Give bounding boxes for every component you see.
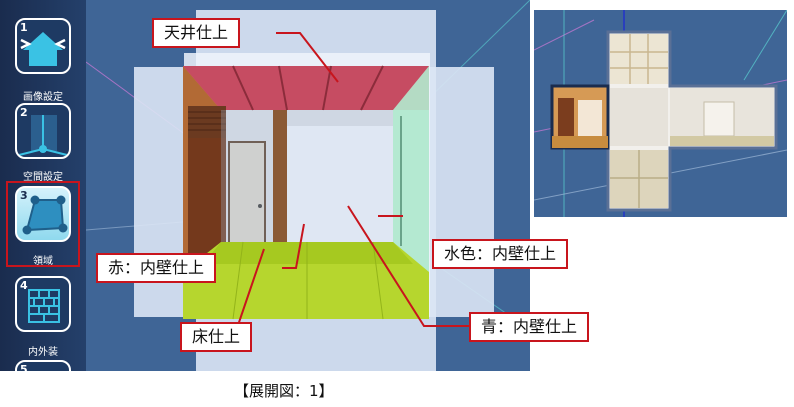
step-2-tile[interactable]: 2 (15, 103, 71, 159)
step-label: 画像設定 (23, 92, 63, 103)
step-number: 5 (20, 363, 28, 371)
brick-wall-icon (28, 289, 60, 323)
step-label: 内外装 (28, 347, 58, 358)
room-3d-viewport[interactable]: 天井仕上 赤：内壁仕上 床仕上 (86, 0, 530, 371)
region-polygon-icon (22, 195, 68, 235)
step-1-tile[interactable]: 1 (15, 18, 71, 74)
callout-floor: 床仕上 (180, 322, 253, 352)
tool-sidebar: 1 画像設定 2 空間設定 3 領域 4 内外装 5 (0, 0, 86, 371)
step-4-tile[interactable]: 4 (15, 276, 71, 332)
step-5-tile[interactable]: 5 (15, 360, 71, 371)
callout-light-blue-wall: 水色：内壁仕上 (432, 239, 569, 269)
step-label: 領域 (33, 256, 53, 267)
space-box-icon (18, 115, 68, 156)
step-3-tile[interactable]: 3 (15, 186, 71, 242)
figure-caption: 【展開図：1】 (234, 382, 334, 400)
room-scene (86, 0, 530, 371)
callout-ceiling: 天井仕上 (152, 18, 241, 48)
house-icon (20, 32, 66, 66)
room-photo (183, 65, 429, 320)
expanded-room-net (534, 10, 787, 217)
callout-blue-wall: 青：内壁仕上 (469, 312, 590, 342)
expanded-view-panel[interactable] (534, 10, 787, 217)
callout-red-wall: 赤：内壁仕上 (96, 253, 217, 283)
